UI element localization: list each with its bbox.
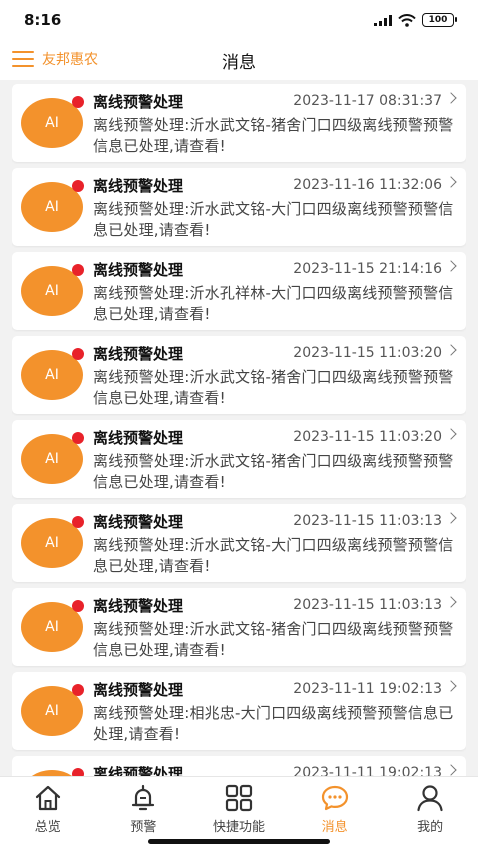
status-icons: 100 bbox=[374, 13, 457, 27]
message-time: 2023-11-15 11:03:20 bbox=[293, 345, 442, 361]
message-title: 离线预警处理 bbox=[93, 345, 184, 363]
unread-badge bbox=[72, 516, 84, 528]
message-body: 离线预警处理:沂水孔祥林-大门口四级离线预警预警信息已处理,请查看! bbox=[93, 284, 454, 323]
bell-icon bbox=[132, 784, 155, 811]
chevron-right-icon bbox=[445, 344, 457, 356]
message-body: 离线预警处理:沂水武文铭-猪舍门口四级离线预警预警信息已处理,请查看! bbox=[93, 620, 454, 659]
message-card[interactable]: AI 离线预警处理 2023-11-17 08:31:37 离线预警处理:沂水武文铭-… bbox=[12, 84, 466, 162]
unread-badge bbox=[72, 96, 84, 108]
message-body: 离线预警处理:相兆忠-大门口四级离线预警预警信息已处理,请查看! bbox=[93, 704, 454, 743]
home-icon bbox=[35, 785, 60, 811]
unread-badge bbox=[72, 768, 84, 776]
unread-badge bbox=[72, 180, 84, 192]
app-header: 友邦惠农 消息 bbox=[0, 40, 478, 80]
grid-icon bbox=[225, 784, 253, 812]
chevron-right-icon bbox=[445, 680, 457, 692]
message-list[interactable]: AI 离线预警处理 2023-11-17 08:31:37 离线预警处理:沂水武文铭-… bbox=[12, 84, 466, 776]
tab-profile[interactable]: 我的 bbox=[382, 777, 478, 850]
message-title: 离线预警处理 bbox=[93, 429, 184, 447]
message-time: 2023-11-16 11:32:06 bbox=[293, 177, 442, 193]
chevron-right-icon bbox=[445, 428, 457, 440]
message-card[interactable]: AI离线预警处理2023-11-11 19:02:13 bbox=[12, 756, 466, 776]
signal-icon bbox=[374, 14, 392, 26]
chevron-right-icon bbox=[445, 764, 457, 776]
message-title: 离线预警处理 bbox=[93, 261, 184, 279]
chevron-right-icon bbox=[445, 176, 457, 188]
message-time: 2023-11-15 11:03:20 bbox=[293, 429, 442, 445]
battery-icon: 100 bbox=[422, 13, 457, 27]
status-time: 8:16 bbox=[24, 11, 62, 29]
unread-badge bbox=[72, 264, 84, 276]
message-card[interactable]: AI 离线预警处理 2023-11-11 19:02:13 离线预警处理:相兆忠-大门… bbox=[12, 672, 466, 750]
unread-badge bbox=[72, 348, 84, 360]
unread-badge bbox=[72, 684, 84, 696]
chevron-right-icon bbox=[445, 512, 457, 524]
tab-label: 预警 bbox=[130, 820, 157, 835]
message-time: 2023-11-11 19:02:13 bbox=[293, 681, 442, 697]
message-title: 离线预警处理 bbox=[93, 597, 184, 615]
chevron-right-icon bbox=[445, 596, 457, 608]
message-time: 2023-11-15 21:14:16 bbox=[293, 261, 442, 277]
user-icon bbox=[417, 785, 443, 812]
tab-label: 总览 bbox=[34, 820, 61, 835]
message-body: 离线预警处理:沂水武文铭-猪舍门口四级离线预警预警信息已处理,请查看! bbox=[93, 452, 454, 491]
message-title: 离线预警处理 bbox=[93, 765, 184, 776]
message-time: 2023-11-11 19:02:13 bbox=[293, 765, 442, 776]
message-body: 离线预警处理:沂水武文铭-猪舍门口四级离线预警预警信息已处理,请查看! bbox=[93, 368, 454, 407]
tab-label: 消息 bbox=[321, 820, 348, 835]
tab-label: 快捷功能 bbox=[212, 820, 265, 835]
tab-overview[interactable]: 总览 bbox=[0, 777, 96, 850]
message-title: 离线预警处理 bbox=[93, 177, 184, 195]
message-card[interactable]: AI 离线预警处理 2023-11-15 11:03:20 离线预警处理:沂水武文铭-… bbox=[12, 420, 466, 498]
unread-badge bbox=[72, 600, 84, 612]
message-body: 离线预警处理:沂水武文铭-大门口四级离线预警预警信息已处理,请查看! bbox=[93, 200, 454, 239]
message-card[interactable]: AI 离线预警处理 2023-11-16 11:32:06 离线预警处理:沂水武文铭-… bbox=[12, 168, 466, 246]
message-card[interactable]: AI 离线预警处理 2023-11-15 21:14:16 离线预警处理:沂水孔祥林-… bbox=[12, 252, 466, 330]
message-time: 2023-11-15 11:03:13 bbox=[293, 597, 442, 613]
message-card[interactable]: AI 离线预警处理 2023-11-15 11:03:13 离线预警处理:沂水武文铭-… bbox=[12, 588, 466, 666]
home-indicator[interactable] bbox=[148, 839, 330, 844]
chevron-right-icon bbox=[445, 92, 457, 104]
message-card[interactable]: AI 离线预警处理 2023-11-15 11:03:13 离线预警处理:沂水武文铭-… bbox=[12, 504, 466, 582]
message-card[interactable]: AI 离线预警处理 2023-11-15 11:03:20 离线预警处理:沂水武文铭-… bbox=[12, 336, 466, 414]
message-time: 2023-11-15 11:03:13 bbox=[293, 513, 442, 529]
chat-icon bbox=[321, 785, 348, 811]
message-body: 离线预警处理:沂水武文铭-猪舍门口四级离线预警预警信息已处理,请查看! bbox=[93, 116, 454, 155]
message-title: 离线预警处理 bbox=[93, 513, 184, 531]
status-bar: 8:16 100 bbox=[0, 0, 478, 40]
message-title: 离线预警处理 bbox=[93, 681, 184, 699]
message-body: 离线预警处理:沂水武文铭-大门口四级离线预警预警信息已处理,请查看! bbox=[93, 536, 454, 575]
message-time: 2023-11-17 08:31:37 bbox=[293, 93, 442, 109]
chevron-right-icon bbox=[445, 260, 457, 272]
tab-label: 我的 bbox=[417, 820, 444, 835]
wifi-icon bbox=[398, 13, 416, 27]
unread-badge bbox=[72, 432, 84, 444]
page-title: 消息 bbox=[222, 53, 256, 73]
message-title: 离线预警处理 bbox=[93, 93, 184, 111]
